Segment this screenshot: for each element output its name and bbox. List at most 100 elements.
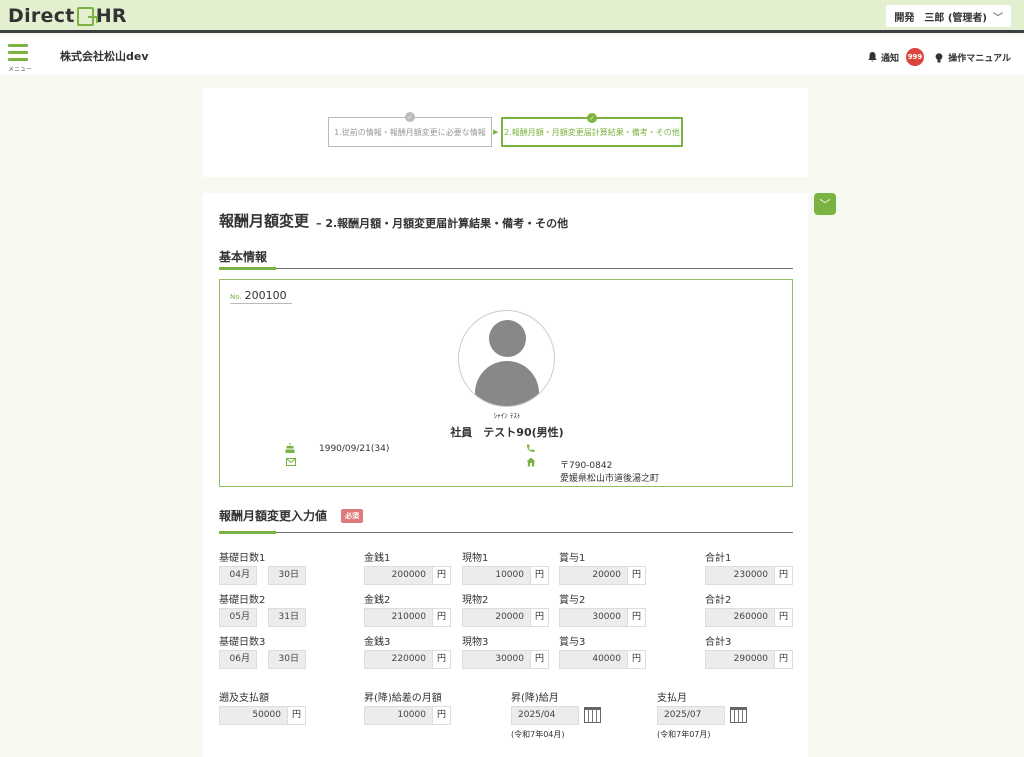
goods-1-input[interactable]: 10000 [462, 566, 531, 585]
bonus-2-input[interactable]: 30000 [559, 608, 628, 627]
divider [219, 268, 793, 269]
base-days-1-month: 04月 [219, 566, 257, 585]
step-arrow-icon: ▶ [493, 128, 499, 136]
step-2-label: 2.報酬月額・月額変更届計算結果・備考・その他 [504, 127, 680, 137]
bonus-1-input[interactable]: 20000 [559, 566, 628, 585]
base-days-1-days: 30日 [268, 566, 306, 585]
step-progress: ✓ 1.従前の情報・報酬月額変更に必要な情報 ▶ ✓ 2.報酬月額・月額変更届計… [203, 88, 808, 177]
home-icon [526, 457, 536, 467]
goods-2-input[interactable]: 20000 [462, 608, 531, 627]
top-bar: Direct HR 開発 三郎 (管理者) ﹀ [0, 0, 1024, 33]
employee-number: No. 200100 [230, 289, 292, 304]
bonus-1-label: 賞与1 [559, 553, 586, 564]
yen-unit: 円 [530, 566, 549, 585]
mail-icon [286, 458, 296, 466]
cake-icon [285, 443, 295, 453]
section-accent [219, 267, 276, 270]
pay-month-label: 支払月 [657, 693, 687, 704]
required-badge: 必須 [341, 509, 363, 523]
notification-button[interactable]: 通知 999 [867, 48, 924, 66]
yen-unit: 円 [530, 608, 549, 627]
chevron-down-icon: ﹀ [819, 198, 831, 211]
manual-link[interactable]: 操作マニュアル [935, 51, 1011, 64]
yen-unit: 円 [627, 566, 646, 585]
total-3-value: 290000 [705, 650, 775, 669]
step-1-label: 1.従前の情報・報酬月額変更に必要な情報 [334, 127, 486, 137]
yen-unit: 円 [774, 566, 793, 585]
cash-2-label: 金銭2 [364, 595, 391, 606]
chevron-down-icon: ﹀ [993, 12, 1003, 24]
yen-unit: 円 [287, 706, 306, 725]
manual-label: 操作マニュアル [948, 54, 1011, 64]
yen-unit: 円 [432, 706, 451, 725]
total-1-label: 合計1 [705, 553, 732, 564]
input-section-title: 報酬月額変更入力値 [219, 509, 328, 523]
yen-unit: 円 [774, 608, 793, 627]
company-name: 株式会社松山dev [60, 50, 149, 63]
collapse-button[interactable]: ﹀ [814, 193, 836, 215]
yen-unit: 円 [627, 608, 646, 627]
logo-text-left: Direct [8, 5, 75, 27]
base-days-1-label: 基礎日数1 [219, 553, 266, 564]
base-days-2-days: 31日 [268, 608, 306, 627]
avatar [458, 310, 555, 407]
calendar-icon[interactable] [730, 707, 747, 723]
notification-label: 通知 [880, 53, 899, 64]
goods-3-input[interactable]: 30000 [462, 650, 531, 669]
yen-unit: 円 [627, 650, 646, 669]
cash-1-input[interactable]: 200000 [364, 566, 433, 585]
total-3-label: 合計3 [705, 637, 732, 648]
base-days-2-label: 基礎日数2 [219, 595, 266, 606]
cash-2-input[interactable]: 210000 [364, 608, 433, 627]
goods-1-label: 現物1 [462, 553, 489, 564]
bonus-2-label: 賞与2 [559, 595, 586, 606]
raise-month-input[interactable]: 2025/04 [511, 706, 579, 725]
step-2[interactable]: ✓ 2.報酬月額・月額変更届計算結果・備考・その他 [501, 113, 683, 147]
main-form-card: 報酬月額変更 – 2.報酬月額・月額変更届計算結果・備考・その他 基本情報 No… [203, 193, 808, 757]
basic-info-title: 基本情報 [219, 250, 268, 264]
logo-text-right: HR [95, 5, 127, 27]
total-2-value: 260000 [705, 608, 775, 627]
raise-diff-label: 昇(降)給差の月額 [364, 693, 442, 704]
calendar-icon[interactable] [584, 707, 601, 723]
address: 愛媛県松山市道後湯之町 [560, 474, 660, 484]
hamburger-icon [8, 44, 30, 61]
pay-month-era: (令和7年07月) [657, 730, 711, 739]
raise-diff-input[interactable]: 10000 [364, 706, 433, 725]
check-icon: ✓ [587, 113, 597, 123]
pay-month-input[interactable]: 2025/07 [657, 706, 725, 725]
logo[interactable]: Direct HR [8, 5, 127, 27]
menu-label: メニュー [8, 66, 33, 73]
employee-number-value: 200100 [244, 289, 287, 302]
base-days-3-days: 30日 [268, 650, 306, 669]
base-days-3-month: 06月 [219, 650, 257, 669]
employee-number-label: No. [230, 293, 242, 301]
yen-unit: 円 [432, 650, 451, 669]
step-1[interactable]: ✓ 1.従前の情報・報酬月額変更に必要な情報 [328, 112, 492, 147]
employee-info-box: No. 200100 ｼｬｲﾝ ﾃｽﾄ 社員 テスト90(男性) 1990/09/… [219, 279, 793, 487]
sub-header: メニュー 株式会社松山dev 通知 999 操作マニュアル [0, 36, 1024, 74]
raise-month-label: 昇(降)給月 [511, 693, 559, 704]
retro-payment-label: 遡及支払額 [219, 693, 269, 704]
check-icon: ✓ [405, 112, 415, 122]
postal-code: 〒790-0842 [560, 461, 613, 471]
page-title: 報酬月額変更 [219, 212, 310, 230]
cash-3-label: 金銭3 [364, 637, 391, 648]
logo-doc-icon [76, 6, 98, 26]
total-2-label: 合計2 [705, 595, 732, 606]
yen-unit: 円 [432, 608, 451, 627]
retro-payment-input[interactable]: 50000 [219, 706, 288, 725]
bonus-3-input[interactable]: 40000 [559, 650, 628, 669]
phone-icon [526, 444, 535, 453]
employee-name: 社員 テスト90(男性) [450, 426, 564, 439]
bonus-3-label: 賞与3 [559, 637, 586, 648]
menu-button[interactable]: メニュー [8, 44, 33, 73]
divider [219, 532, 793, 533]
total-1-value: 230000 [705, 566, 775, 585]
user-menu[interactable]: 開発 三郎 (管理者) ﹀ [886, 5, 1011, 27]
cash-3-input[interactable]: 220000 [364, 650, 433, 669]
yen-unit: 円 [530, 650, 549, 669]
base-days-3-label: 基礎日数3 [219, 637, 266, 648]
notification-count-badge: 999 [906, 48, 924, 66]
goods-2-label: 現物2 [462, 595, 489, 606]
